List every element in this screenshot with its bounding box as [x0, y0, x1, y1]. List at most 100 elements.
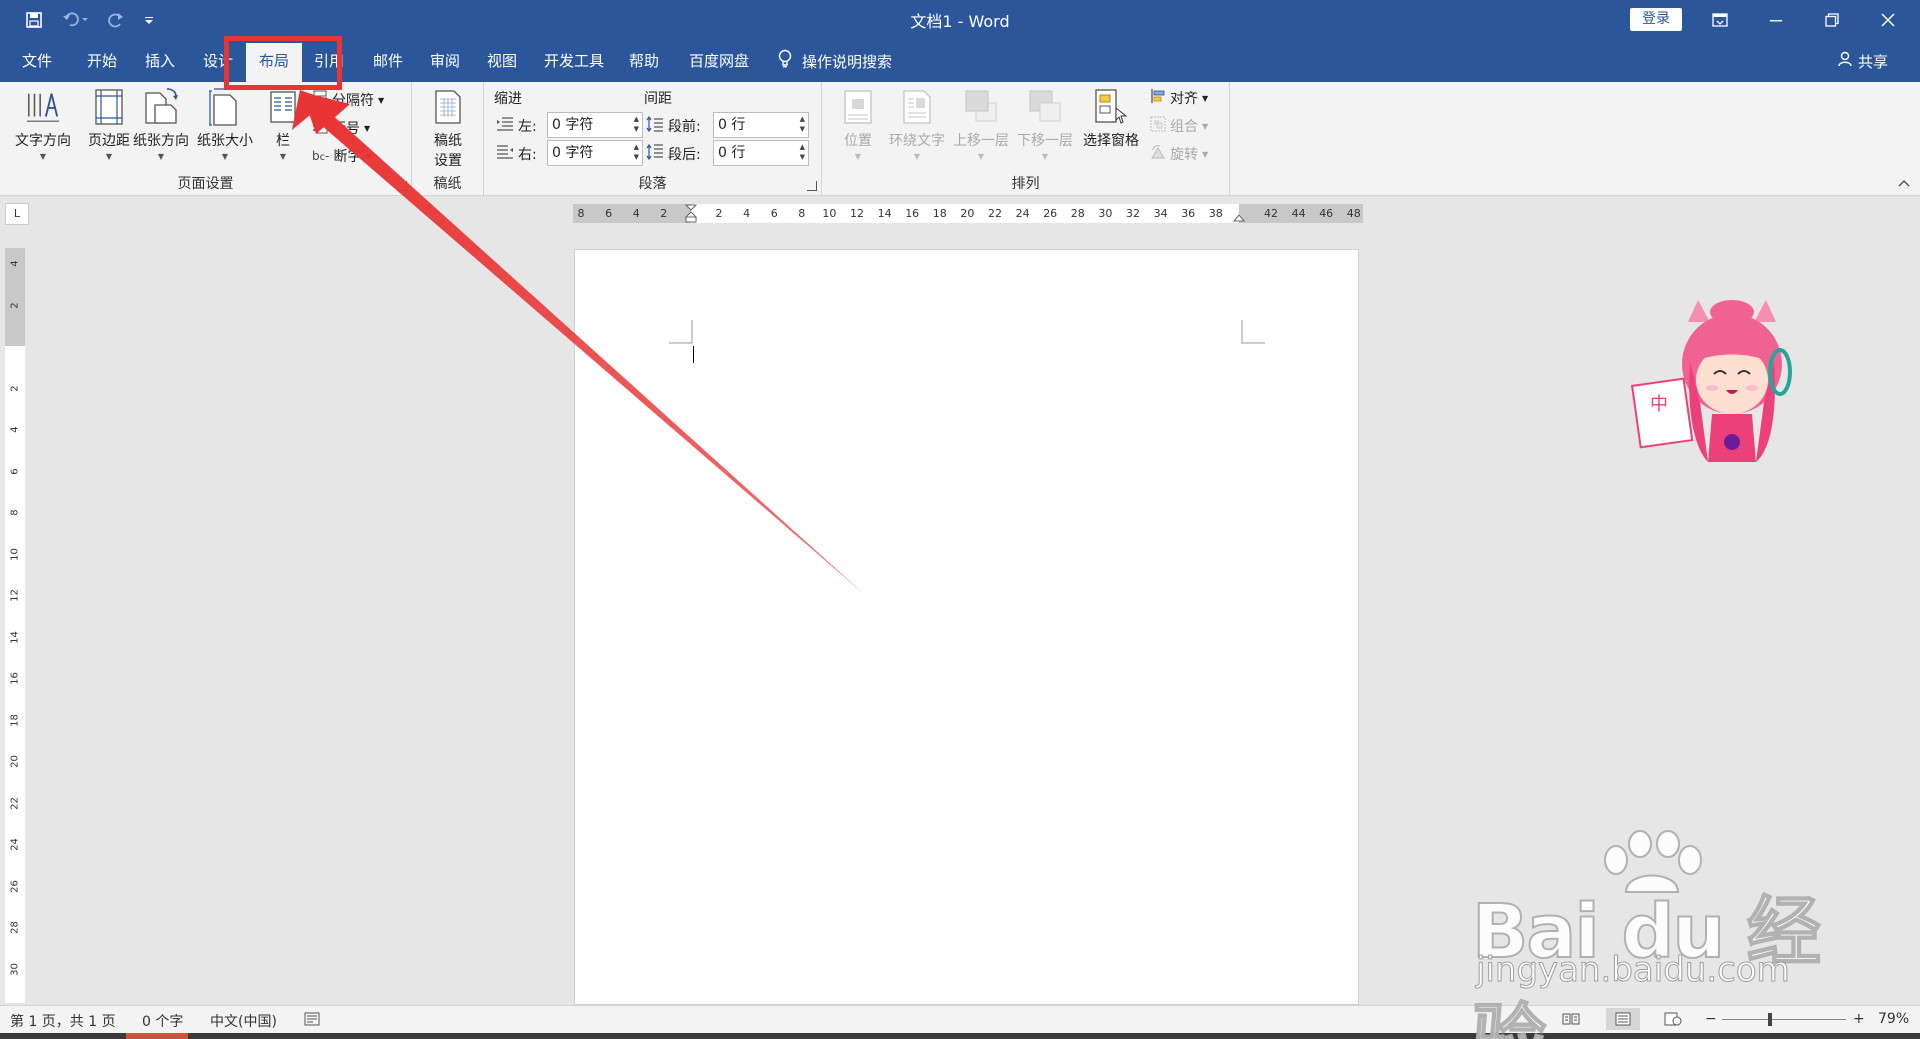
bring-forward-label: 上移一层	[953, 133, 1009, 149]
spacing-after-label: 段后:	[646, 142, 701, 166]
margins-icon	[91, 86, 127, 128]
ruler-tick: 20	[960, 207, 975, 220]
wrap-text-button[interactable]: 环绕文字 ▼	[882, 86, 952, 170]
search-label: 操作说明搜索	[802, 52, 893, 71]
tab-baidu-netdisk[interactable]: 百度网盘	[680, 40, 758, 82]
chevron-down-icon: ▼	[105, 152, 113, 161]
macro-record-icon[interactable]	[304, 1012, 320, 1030]
spinner-arrows-icon[interactable]: ▲ ▼	[634, 142, 639, 162]
chevron-down-icon: ▼	[221, 152, 229, 161]
tab-developer[interactable]: 开发工具	[538, 40, 610, 82]
indent-right-value: 0 字符	[552, 145, 594, 161]
ruler-tick: 6	[9, 467, 21, 475]
columns-button[interactable]: 栏 ▼	[256, 86, 310, 170]
spinner-arrows-icon[interactable]: ▲ ▼	[800, 142, 805, 162]
document-page[interactable]	[574, 249, 1359, 1005]
spacing-before-text: 段前:	[668, 119, 701, 135]
login-button[interactable]: 登录	[1630, 8, 1682, 31]
ruler-tick: 4	[632, 207, 640, 220]
ruler-tick: 46	[1319, 207, 1334, 220]
ruler-tick: 6	[605, 207, 613, 220]
spinner-arrows-icon[interactable]: ▲ ▼	[800, 114, 805, 134]
language-indicator[interactable]: 中文(中国)	[210, 1011, 277, 1031]
collapse-ribbon-icon[interactable]	[1898, 175, 1910, 191]
horizontal-ruler[interactable]: 8 6 4 2 2 4 6 8 10 12 14 16 18 20 22 24 26 28 30 32 34 36 38 42…	[573, 204, 1363, 223]
vertical-ruler[interactable]: 422468101214161820222426283032	[5, 248, 25, 1017]
zoom-level[interactable]: 79%	[1878, 1011, 1909, 1027]
ruler-tick: 6	[770, 207, 778, 220]
minimize-icon[interactable]	[1748, 0, 1804, 40]
tab-review[interactable]: 审阅	[418, 40, 472, 82]
first-line-indent-marker[interactable]	[684, 204, 698, 227]
columns-label: 栏	[276, 133, 290, 149]
group-draft-paper: 稿纸 设置 稿纸	[412, 82, 484, 196]
bring-forward-button[interactable]: 上移一层 ▼	[948, 86, 1014, 170]
send-backward-icon	[1027, 86, 1063, 128]
size-button[interactable]: 纸张大小 ▼	[192, 86, 258, 170]
selection-pane-label: 选择窗格	[1083, 133, 1139, 149]
right-indent-marker[interactable]	[1232, 210, 1246, 226]
align-button[interactable]: 对齐 ▼	[1150, 86, 1208, 110]
chevron-down-icon: ▼	[279, 152, 287, 161]
spacing-after-input[interactable]: 0 行 ▲ ▼	[713, 140, 809, 166]
ruler-tick: 4	[9, 426, 21, 433]
tab-view[interactable]: 视图	[476, 40, 528, 82]
share-button[interactable]: 共享	[1838, 40, 1888, 82]
tell-me-search[interactable]: 操作说明搜索	[778, 40, 892, 82]
tab-selector[interactable]: L	[5, 203, 29, 225]
send-backward-button[interactable]: 下移一层 ▼	[1012, 86, 1078, 170]
tab-insert[interactable]: 插入	[134, 40, 186, 82]
indent-right-label: 右:	[496, 142, 537, 166]
spacing-before-input[interactable]: 0 行 ▲ ▼	[713, 112, 809, 138]
line-numbers-label: 行号	[332, 121, 360, 137]
hyphenation-button[interactable]: bc- 断字 ▼	[312, 144, 372, 168]
svg-text:中: 中	[1650, 394, 1668, 415]
chevron-down-icon: ▼	[364, 123, 371, 133]
ruler-tick: 22	[9, 796, 21, 810]
spinner-arrows-icon[interactable]: ▲ ▼	[634, 114, 639, 134]
bring-forward-icon	[963, 86, 999, 128]
group-objects-button[interactable]: 组合 ▼	[1150, 114, 1208, 138]
selection-pane-button[interactable]: 选择窗格	[1076, 86, 1146, 170]
text-direction-button[interactable]: 文字方向 ▼	[8, 86, 78, 170]
align-label: 对齐	[1170, 91, 1198, 107]
ruler-tick: 14	[877, 207, 892, 220]
ruler-tick: 26	[9, 879, 21, 893]
ruler-tick: 48	[1346, 207, 1361, 220]
indent-right-input[interactable]: 0 字符 ▲ ▼	[547, 140, 643, 166]
tab-file[interactable]: 文件	[10, 40, 64, 82]
spacing-before-icon	[646, 115, 664, 136]
chevron-down-icon: ▼	[913, 152, 921, 161]
ruler-tick: 34	[1153, 207, 1168, 220]
position-button[interactable]: 位置 ▼	[830, 86, 886, 170]
page-count[interactable]: 第 1 页，共 1 页	[10, 1011, 116, 1031]
orientation-button[interactable]: 纸张方向 ▼	[128, 86, 194, 170]
zoom-in-button[interactable]: +	[1853, 1011, 1865, 1027]
paragraph-group-label: 段落	[638, 176, 667, 192]
paragraph-launcher-icon[interactable]	[807, 181, 817, 191]
group-paragraph: 缩进 间距 左: 0 字符 ▲ ▼ 右: 0 字符 ▲ ▼ 段前: 0 行 ▲ ▼ 段…	[484, 82, 822, 196]
tab-mailings[interactable]: 邮件	[362, 40, 414, 82]
rotate-button[interactable]: 旋转 ▼	[1150, 142, 1208, 166]
page-setup-launcher-icon[interactable]	[397, 181, 407, 191]
align-icon	[1150, 88, 1166, 108]
draft-paper-settings-button[interactable]: 稿纸 设置	[415, 86, 481, 170]
line-numbers-button[interactable]: 行号 ▼	[312, 116, 370, 140]
tab-help[interactable]: 帮助	[618, 40, 670, 82]
group-page-setup: 文字方向 ▼ 页边距 ▼ 纸张方向 ▼ 纸张大小 ▼ 栏 ▼ 分隔符 ▼ 行号 …	[0, 82, 412, 196]
ribbon-display-icon[interactable]	[1692, 0, 1748, 40]
tab-home[interactable]: 开始	[74, 40, 130, 82]
indent-right-icon	[496, 145, 514, 163]
ruler-tick: 14	[9, 630, 21, 644]
ruler-tick: 8	[798, 207, 806, 220]
indent-left-text: 左:	[518, 119, 537, 135]
chevron-down-icon: ▼	[977, 152, 985, 161]
ruler-tick: 20	[9, 755, 21, 768]
word-count[interactable]: 0 个字	[142, 1011, 183, 1031]
text-cursor	[693, 346, 694, 363]
breaks-button[interactable]: 分隔符 ▼	[312, 88, 384, 112]
indent-left-input[interactable]: 0 字符 ▲ ▼	[547, 112, 643, 138]
margins-label: 页边距	[88, 133, 130, 149]
close-icon[interactable]	[1860, 0, 1916, 40]
restore-icon[interactable]	[1804, 0, 1860, 40]
